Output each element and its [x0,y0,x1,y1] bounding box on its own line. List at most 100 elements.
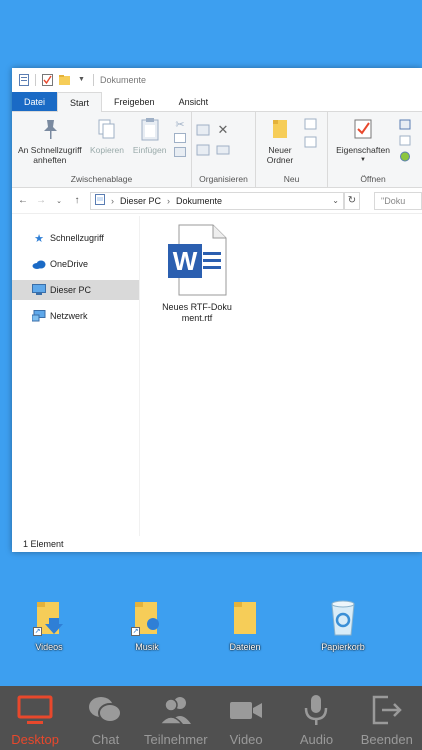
desktop-icon [15,692,55,728]
toolbar-label: Video [229,732,263,747]
new-group: Neuer Ordner Neu [256,112,328,187]
desktop-icon-label: Papierkorb [321,642,365,652]
tab-datei[interactable]: Datei [12,92,58,111]
properties-label: Eigenschaften [336,145,390,155]
pc-icon [32,284,46,296]
paste-shortcut-icon[interactable] [173,146,187,158]
organize-group-label: Organisieren [199,174,248,184]
tab-start[interactable]: Start [57,92,103,112]
new-item-icon[interactable] [304,118,318,130]
new-group-label: Neu [283,174,300,184]
edit-icon[interactable] [398,134,412,146]
history-icon[interactable] [398,150,412,162]
desktop-icon-label: Videos [35,642,63,652]
nav-item-label: Netzwerk [50,311,88,321]
toolbar-label: Audio [299,732,334,747]
tab-ansicht[interactable]: Ansicht [167,92,221,111]
organize-actions-left [196,122,210,156]
window-title: Dokumente [100,74,147,85]
cloud-icon [32,258,46,270]
toolbar-video-button[interactable]: Video [211,692,281,747]
svg-text:W: W [173,246,198,276]
nav-item-dieser-pc[interactable]: Dieser PC [12,280,139,300]
participants-icon [156,692,196,728]
clipboard-icon [137,116,163,142]
music-folder-icon: ↗ [127,598,167,638]
organize-group: ✕ Organisieren [192,112,256,187]
toolbar-exit-button[interactable]: Beenden [352,692,422,747]
toolbar-chat-button[interactable]: Chat [70,692,140,747]
copy-path-icon[interactable] [173,132,187,144]
checkmark-quick-icon[interactable] [42,73,53,86]
toolbar-audio-button[interactable]: Audio [281,692,351,747]
videos-folder-icon: ↗ [29,598,69,638]
nav-item-schnellzugriff[interactable]: ★ Schnellzugriff [12,228,139,248]
file-item[interactable]: W Neues RTF-Dokument.rtf [160,224,234,324]
folder-quick-icon[interactable] [59,74,70,86]
path-field[interactable]: › Dieser PC › Dokumente ⌄ [90,191,344,210]
status-text: 1 Element [23,539,64,549]
breadcrumb-dokumente[interactable]: Dokumente [176,196,222,206]
path-dropdown-icon[interactable]: ⌄ [332,196,343,205]
properties-icon [350,116,376,142]
folder-icon [225,598,265,638]
toolbar-label: Desktop [11,732,59,747]
open-group: Eigenschaften ▼ Öffnen [328,112,418,187]
cut-icon[interactable]: ✂ [173,118,187,131]
delete-icon[interactable]: ✕ [216,122,230,137]
clipboard-group: An Schnellzugriff anheften Kopieren Einf… [12,112,192,187]
breadcrumb-chevron-icon: › [167,195,171,206]
quick-access-divider [35,73,36,86]
tab-freigeben[interactable]: Freigeben [102,92,167,111]
toolbar-participants-button[interactable]: Teilnehmer [141,692,211,747]
breadcrumb-dieser-pc[interactable]: Dieser PC [120,196,161,206]
properties-button[interactable]: Eigenschaften ▼ [332,116,394,165]
desktop-icon-musik[interactable]: ↗ Musik [112,598,182,652]
desktop-icon-papierkorb[interactable]: Papierkorb [308,598,378,652]
ribbon-tabs: Datei Start Freigeben Ansicht [12,92,422,112]
properties-dropdown-icon[interactable]: ▼ [360,155,366,165]
toolbar-desktop-button[interactable]: Desktop [0,692,70,747]
nav-item-onedrive[interactable]: OneDrive [12,254,139,274]
recycle-bin-icon [323,598,363,638]
move-to-icon[interactable] [196,124,210,136]
pin-quick-access-button[interactable]: An Schnellzugriff anheften [16,116,84,165]
status-bar: 1 Element [12,536,422,552]
back-arrow-icon[interactable]: ← [18,195,28,206]
desktop-icon-videos[interactable]: ↗ Videos [14,598,84,652]
recent-dropdown-icon[interactable]: ⌄ [54,197,64,205]
pin-label: An Schnellzugriff anheften [18,145,82,165]
easy-access-icon[interactable] [304,136,318,148]
copy-label: Kopieren [89,145,125,155]
up-arrow-icon[interactable]: ↑ [72,195,82,206]
search-placeholder: "Doku [381,195,406,206]
refresh-icon[interactable]: ↻ [344,191,360,210]
toolbar-label: Beenden [360,732,413,747]
pc-path-icon [95,194,105,207]
new-folder-label: Neuer Ordner [266,145,294,165]
video-camera-icon [226,692,266,728]
copy-button[interactable]: Kopieren [88,116,127,155]
open-icon[interactable] [398,118,412,130]
properties-quick-icon[interactable] [18,73,29,86]
copy-icon [94,116,120,142]
address-bar: ← → ⌄ ↑ › Dieser PC › Dokumente ⌄ ↻ "Dok… [12,188,422,214]
explorer-window: ▼ Dokumente Datei Start Freigeben Ansich… [12,68,422,552]
forward-arrow-icon[interactable]: → [36,195,46,206]
title-divider [93,73,94,86]
nav-item-label: OneDrive [50,259,89,269]
nav-item-netzwerk[interactable]: Netzwerk [12,306,139,326]
star-icon: ★ [34,232,44,245]
desktop-icon-dateien[interactable]: Dateien [210,598,280,652]
nav-item-label: Dieser PC [50,285,92,295]
customize-dropdown-icon[interactable]: ▼ [76,74,87,86]
open-group-label: Öffnen [360,174,386,184]
word-document-icon: W [168,224,227,296]
new-folder-button[interactable]: Neuer Ordner [260,116,300,165]
network-icon [32,310,46,322]
copy-to-icon[interactable] [196,144,210,156]
paste-button[interactable]: Einfügen [130,116,169,155]
search-field[interactable]: "Doku [374,191,422,210]
rename-icon[interactable] [216,144,230,156]
meeting-toolbar: Desktop Chat Teilnehmer Video Audio Been… [0,686,422,750]
